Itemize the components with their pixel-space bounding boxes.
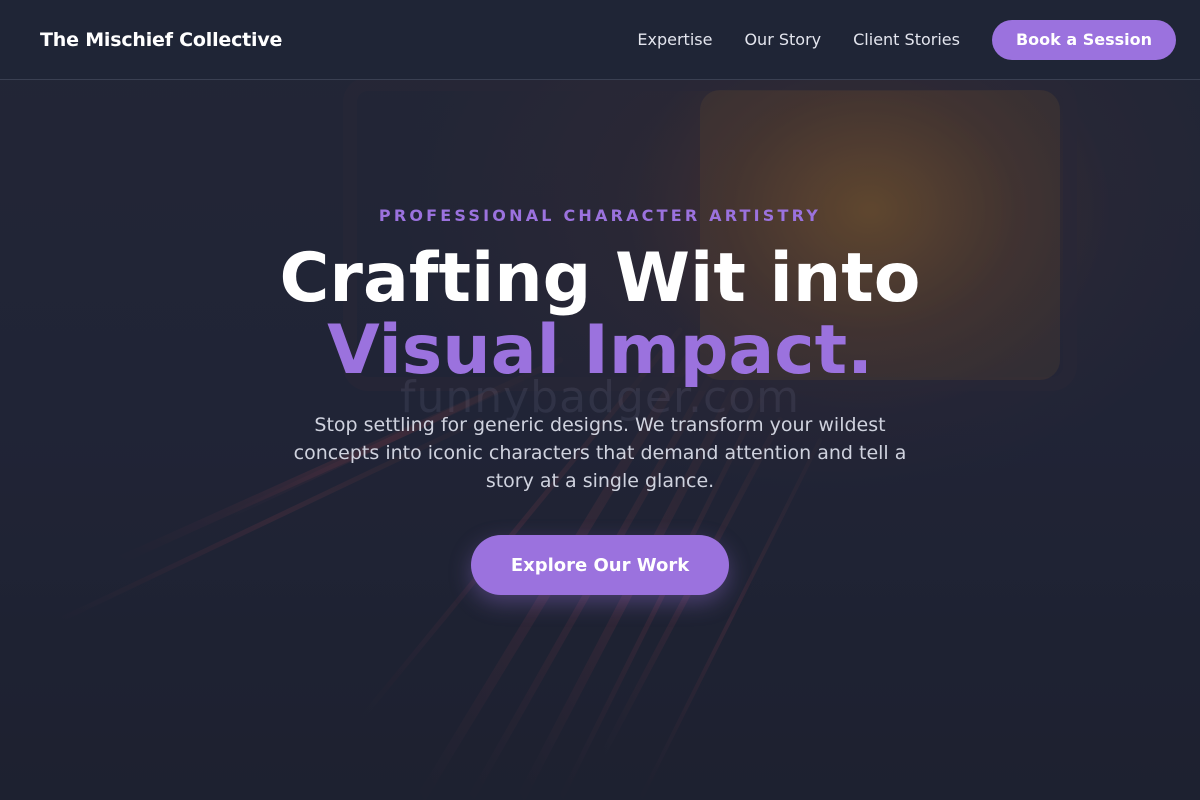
headline-line-2-accent: Visual Impact. bbox=[327, 311, 873, 390]
brand-logo-text[interactable]: The Mischief Collective bbox=[40, 29, 282, 51]
nav-link-client-stories[interactable]: Client Stories bbox=[853, 30, 960, 49]
hero-headline: Crafting Wit into Visual Impact. bbox=[280, 243, 921, 387]
nav-link-our-story[interactable]: Our Story bbox=[744, 30, 821, 49]
headline-line-1: Crafting Wit into bbox=[279, 239, 921, 318]
nav-right-group: Expertise Our Story Client Stories Book … bbox=[637, 19, 1176, 60]
hero-eyebrow: PROFESSIONAL CHARACTER ARTISTRY bbox=[378, 206, 822, 225]
nav-links: Expertise Our Story Client Stories bbox=[637, 30, 960, 49]
hero-subtext: Stop settling for generic designs. We tr… bbox=[293, 414, 907, 492]
explore-work-button[interactable]: Explore Our Work bbox=[471, 535, 729, 595]
page: funnybadger.com The Mischief Collective … bbox=[0, 0, 1200, 800]
book-session-button[interactable]: Book a Session bbox=[991, 19, 1176, 60]
hero-section: PROFESSIONAL CHARACTER ARTISTRY Crafting… bbox=[0, 80, 1200, 800]
top-navbar: The Mischief Collective Expertise Our St… bbox=[0, 0, 1200, 80]
nav-link-expertise[interactable]: Expertise bbox=[637, 30, 712, 49]
